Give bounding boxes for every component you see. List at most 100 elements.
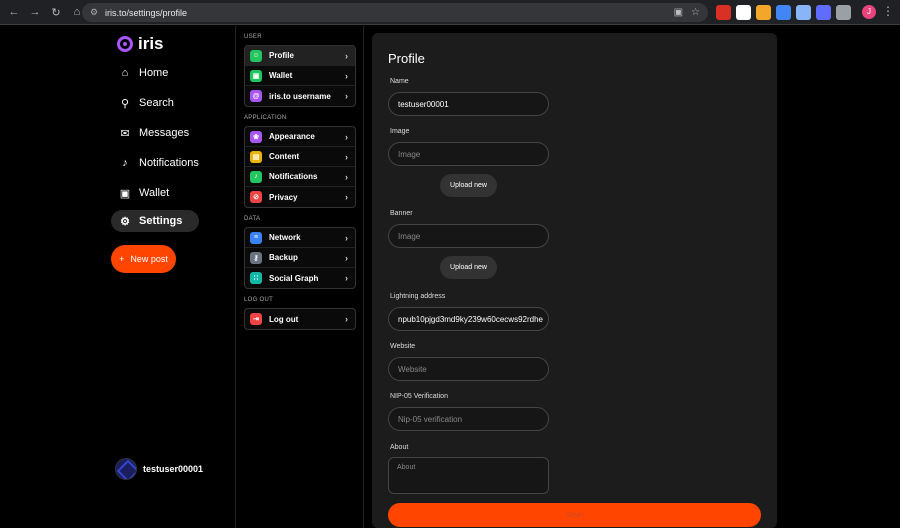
section-title-log-out: LOG OUT xyxy=(244,297,274,303)
settings-item-wallet[interactable]: ▣ Wallet › xyxy=(245,66,355,86)
forward-icon[interactable]: → xyxy=(26,3,44,21)
browser-menu-icon[interactable]: ⋮ xyxy=(882,4,894,18)
mail-icon: ✉ xyxy=(120,127,130,140)
image-field[interactable]: Image xyxy=(388,142,549,166)
nostr-extension-icon[interactable] xyxy=(736,5,751,20)
nav-item-label: Wallet xyxy=(139,187,170,199)
nav-item-label: Home xyxy=(139,67,169,79)
chevron-right-icon: › xyxy=(345,171,348,182)
home-icon: ⌂ xyxy=(121,67,129,79)
profile-icon: ☺ xyxy=(250,49,262,62)
new-badge-extension-icon[interactable] xyxy=(716,5,731,20)
browser-profile-avatar[interactable]: J xyxy=(862,5,876,19)
chevron-right-icon: › xyxy=(345,314,348,324)
chevron-right-icon: › xyxy=(345,192,348,202)
chevron-right-icon: › xyxy=(345,252,348,263)
settings-item-privacy[interactable]: ⊘ Privacy › xyxy=(245,187,355,207)
nav-item-home[interactable]: ⌂ Home xyxy=(111,62,176,84)
url-text: iris.to/settings/profile xyxy=(105,7,188,18)
website-label: Website xyxy=(390,343,416,350)
burger-extension-icon[interactable] xyxy=(756,5,771,20)
settings-item-social-graph[interactable]: ∷ Social Graph › xyxy=(245,268,355,288)
translate-extension-icon[interactable] xyxy=(776,5,791,20)
search-icon: ⚲ xyxy=(120,97,130,110)
nav-item-label: Notifications xyxy=(139,157,199,169)
settings-item-appearance[interactable]: ❀ Appearance › xyxy=(245,127,355,147)
lightning-address-field[interactable]: npub10pjgd3md9ky239w60cecws92rdhe xyxy=(388,307,549,331)
bell-icon: ♪ xyxy=(250,170,262,183)
settings-item-network[interactable]: ≡ Network › xyxy=(245,228,355,248)
nav-item-messages[interactable]: ✉ Messages xyxy=(111,122,197,144)
image-label: Image xyxy=(390,128,410,135)
section-title-application: APPLICATION xyxy=(244,115,287,121)
eye-off-icon: ⊘ xyxy=(250,191,262,203)
settings-group: ⇥ Log out › xyxy=(244,308,356,330)
settings-item-backup[interactable]: ⚷ Backup › xyxy=(245,248,355,268)
chevron-right-icon: › xyxy=(345,50,348,61)
name-field[interactable]: testuser00001 xyxy=(388,92,549,116)
doc-extension-icon[interactable] xyxy=(796,5,811,20)
reload-icon[interactable]: ↻ xyxy=(47,3,65,21)
settings-item-notifications[interactable]: ♪ Notifications › xyxy=(245,167,355,187)
save-button[interactable]: Save xyxy=(388,503,761,527)
chevron-right-icon: › xyxy=(345,151,348,162)
about-label: About xyxy=(390,444,409,451)
settings-item-content[interactable]: ▤ Content › xyxy=(245,147,355,167)
bookmark-star-icon[interactable]: ☆ xyxy=(691,7,700,18)
nav-item-wallet[interactable]: ▣ Wallet xyxy=(111,182,177,204)
palette-icon: ❀ xyxy=(250,130,262,143)
settings-item-iris-to-username[interactable]: @ iris.to username › xyxy=(245,86,355,106)
chevron-right-icon: › xyxy=(345,91,348,101)
new-post-label: New post xyxy=(130,254,168,264)
about-textarea[interactable]: About xyxy=(388,457,549,494)
banner-label: Banner xyxy=(390,210,413,217)
settings-item-label: Wallet xyxy=(269,71,293,80)
upload-image-button[interactable]: Upload new xyxy=(440,174,497,197)
nav-item-notifications[interactable]: ♪ Notifications xyxy=(111,152,207,174)
settings-group: ❀ Appearance › ▤ Content › ♪ Notifications › ⊘ Pri… xyxy=(244,126,356,208)
settings-item-label: Social Graph xyxy=(269,273,319,283)
chevron-right-icon: › xyxy=(345,131,348,142)
nav-item-search[interactable]: ⚲ Search xyxy=(111,92,182,114)
banner-field[interactable]: Image xyxy=(388,224,549,248)
gear-icon: ⚙ xyxy=(120,215,130,228)
browser-toolbar: ← → ↻ ⌂ ⚙ iris.to/settings/profile ▣ ☆ J… xyxy=(0,0,900,25)
logo-text: iris xyxy=(138,34,164,53)
name-label: Name xyxy=(390,78,409,85)
nip05-field[interactable]: Nip-05 verification xyxy=(388,407,549,431)
settings-item-label: Profile xyxy=(269,51,294,60)
chevron-right-icon: › xyxy=(345,70,348,81)
iris-logo[interactable]: iris xyxy=(117,34,164,54)
settings-item-label: Privacy xyxy=(269,192,298,202)
settings-item-label: Backup xyxy=(269,253,298,262)
settings-item-label: Network xyxy=(269,233,301,242)
plus-icon: + xyxy=(119,254,125,264)
cast-icon[interactable]: ▣ xyxy=(674,7,683,18)
content-icon: ▤ xyxy=(250,150,262,163)
new-post-button[interactable]: + New post xyxy=(111,245,176,273)
settings-item-label: Notifications xyxy=(269,172,318,181)
wallet-icon: ▣ xyxy=(119,187,131,200)
section-title-user: USER xyxy=(244,34,262,40)
nav-item-label: Settings xyxy=(139,215,183,227)
back-icon[interactable]: ← xyxy=(5,3,23,21)
wallet-icon: ▣ xyxy=(250,69,262,82)
puzzle-extension-icon[interactable] xyxy=(836,5,851,20)
address-bar[interactable]: ⚙ iris.to/settings/profile ▣ ☆ xyxy=(82,3,708,22)
chevron-right-icon: › xyxy=(345,273,348,283)
network-icon: ≡ xyxy=(250,231,262,244)
shield-extension-icon[interactable] xyxy=(816,5,831,20)
extensions-bar xyxy=(716,5,851,20)
chevron-right-icon: › xyxy=(345,232,348,243)
upload-banner-button[interactable]: Upload new xyxy=(440,256,497,279)
nav-item-settings[interactable]: ⚙ Settings xyxy=(111,210,199,232)
nip05-label: NIP-05 Verification xyxy=(390,393,448,400)
current-user[interactable]: testuser00001 xyxy=(115,458,203,480)
website-field[interactable]: Website xyxy=(388,357,549,381)
key-icon: ⚷ xyxy=(250,251,262,264)
settings-item-profile[interactable]: ☺ Profile › xyxy=(245,46,355,66)
avatar xyxy=(115,458,137,480)
site-info-icon[interactable]: ⚙ xyxy=(88,7,100,19)
settings-item-label: Log out xyxy=(269,314,299,324)
settings-item-log-out[interactable]: ⇥ Log out › xyxy=(245,309,355,329)
